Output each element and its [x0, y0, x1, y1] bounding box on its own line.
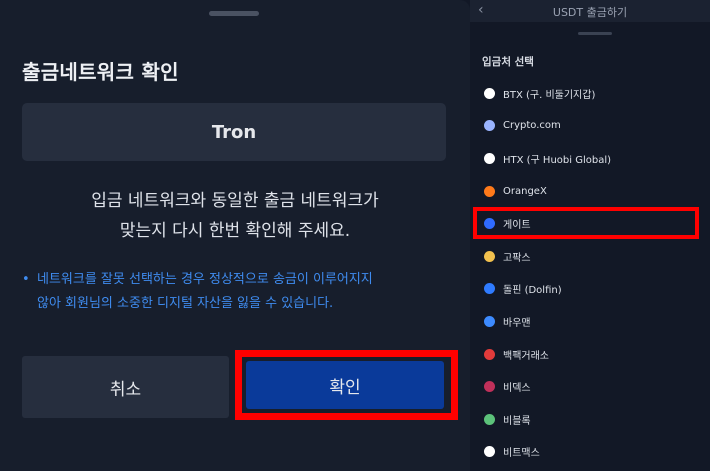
- gopax-icon: [484, 250, 495, 262]
- exchange-label: 고팍스: [503, 252, 531, 264]
- exchange-item[interactable]: HTX (구 Huobi Global): [470, 142, 710, 175]
- warning-line2: 않아 회원님의 소중한 디지털 자산을 잃을 수 있습니다.: [37, 296, 334, 311]
- withdraw-panel: ‹ USDT 출금하기 입금처 선택 BTX (구. 비둘기지갑) Crypto.…: [470, 0, 710, 471]
- cancel-button[interactable]: 취소: [22, 356, 229, 418]
- exchange-item[interactable]: 게이트: [470, 207, 710, 240]
- btx-icon: [484, 87, 495, 99]
- exchange-item[interactable]: 비덱스: [470, 370, 710, 403]
- backpack-icon: [484, 348, 495, 360]
- htx-icon: [484, 152, 495, 164]
- exchange-list: BTX (구. 비둘기지갑) Crypto.com HTX (구 Huobi Glo…: [470, 77, 710, 468]
- bauman-icon: [484, 315, 495, 327]
- crypto-com-icon: [484, 120, 495, 132]
- exchange-item[interactable]: 백팩거래소: [470, 338, 710, 371]
- dolfin-icon: [484, 283, 495, 295]
- exchange-label: BTX (구. 비둘기지갑): [503, 89, 596, 101]
- panel-header: ‹ USDT 출금하기: [470, 0, 710, 22]
- confirm-button[interactable]: 확인: [246, 361, 444, 409]
- orangex-icon: [484, 185, 495, 197]
- exchange-label: 백팩거래소: [503, 350, 549, 362]
- exchange-label: 비덱스: [503, 383, 531, 395]
- section-title: 입금처 선택: [482, 56, 534, 68]
- exchange-label: 돌핀 (Dolfin): [503, 285, 562, 297]
- bitmax-icon: [484, 446, 495, 458]
- exchange-item[interactable]: 바우맨: [470, 305, 710, 338]
- modal-title: 출금네트워크 확인: [22, 60, 179, 84]
- biblock-icon: [484, 413, 495, 425]
- exchange-label: OrangeX: [503, 185, 547, 197]
- exchange-label: 비트맥스: [503, 448, 540, 460]
- drag-handle[interactable]: [209, 11, 259, 16]
- bidex-icon: [484, 381, 495, 393]
- exchange-label: 바우맨: [503, 317, 531, 329]
- panel-title: USDT 출금하기: [552, 6, 628, 19]
- exchange-label: Crypto.com: [503, 120, 561, 132]
- exchange-label: 비블록: [503, 415, 531, 427]
- network-confirm-modal: 출금네트워크 확인 Tron 입금 네트워크와 동일한 출금 네트워크가 맞는지…: [0, 0, 470, 471]
- exchange-item[interactable]: BTX (구. 비둘기지갑): [470, 77, 710, 110]
- confirm-message-line2: 맞는지 다시 한번 확인해 주세요.: [119, 221, 351, 241]
- selected-network: Tron: [22, 103, 446, 161]
- confirm-message: 입금 네트워크와 동일한 출금 네트워크가 맞는지 다시 한번 확인해 주세요.: [20, 186, 450, 246]
- warning-bullet: •: [22, 272, 30, 287]
- gate-icon: [484, 218, 495, 230]
- warning-note: • 네트워크를 잘못 선택하는 경우 정상적으로 송금이 이루어지지 않아 회원…: [22, 268, 452, 316]
- exchange-item[interactable]: 고팍스: [470, 240, 710, 273]
- exchange-item[interactable]: Crypto.com: [470, 110, 710, 143]
- exchange-item[interactable]: 돌핀 (Dolfin): [470, 273, 710, 306]
- network-name: Tron: [211, 121, 257, 143]
- exchange-label: 게이트: [503, 220, 531, 232]
- warning-line1: 네트워크를 잘못 선택하는 경우 정상적으로 송금이 이루어지지: [37, 272, 373, 287]
- exchange-item[interactable]: OrangeX: [470, 175, 710, 208]
- panel-drag-handle[interactable]: [578, 32, 612, 35]
- exchange-item[interactable]: 비트맥스: [470, 436, 710, 469]
- exchange-label: HTX (구 Huobi Global): [503, 154, 612, 166]
- confirm-message-line1: 입금 네트워크와 동일한 출금 네트워크가: [91, 191, 379, 211]
- exchange-item[interactable]: 비블록: [470, 403, 710, 436]
